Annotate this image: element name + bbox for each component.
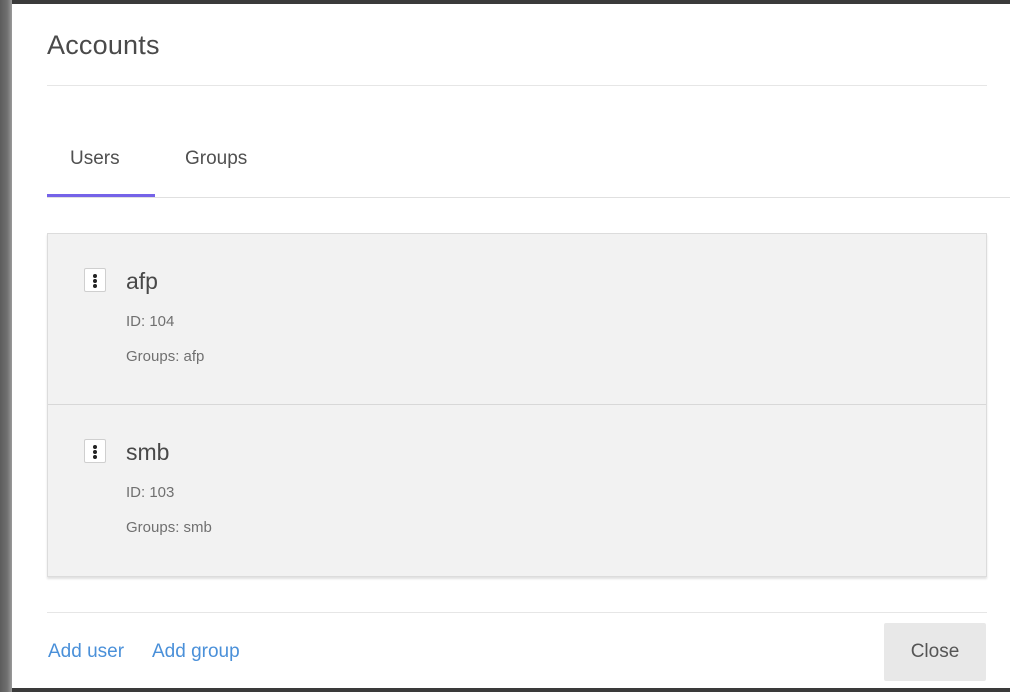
dot — [93, 450, 97, 454]
tab-users-label: Users — [70, 148, 120, 169]
window-border-bottom — [12, 688, 1010, 692]
tab-groups-label: Groups — [185, 148, 248, 169]
add-group-link[interactable]: Add group — [152, 641, 240, 663]
footer-divider — [47, 612, 987, 613]
dot — [93, 274, 97, 278]
user-name: smb — [126, 439, 170, 465]
accounts-dialog: Accounts Users Groups afp ID: 104 Groups… — [12, 4, 1010, 688]
tab-groups[interactable]: Groups — [167, 134, 277, 196]
add-user-link[interactable]: Add user — [48, 641, 124, 663]
list-item: smb ID: 103 Groups: smb — [48, 405, 986, 575]
tab-users[interactable]: Users — [47, 134, 155, 197]
close-button-label: Close — [910, 641, 960, 662]
dot — [93, 455, 97, 459]
tab-bar: Users Groups — [47, 134, 1010, 198]
close-button[interactable]: Close — [884, 623, 986, 681]
list-item: afp ID: 104 Groups: afp — [48, 234, 986, 405]
dialog-title: Accounts — [47, 30, 160, 60]
more-options-icon[interactable] — [84, 439, 106, 463]
title-divider — [47, 85, 987, 86]
user-id: ID: 103 — [126, 484, 175, 501]
user-id: ID: 104 — [126, 313, 175, 330]
dot — [93, 279, 97, 283]
dot — [93, 445, 97, 449]
user-groups: Groups: afp — [126, 348, 205, 365]
background-overlay — [0, 0, 12, 692]
user-groups: Groups: smb — [126, 519, 212, 536]
user-name: afp — [126, 268, 158, 294]
more-options-icon[interactable] — [84, 268, 106, 292]
user-list: afp ID: 104 Groups: afp smb ID: 103 Grou… — [47, 233, 987, 577]
dot — [93, 284, 97, 288]
screen: Accounts Users Groups afp ID: 104 Groups… — [0, 0, 1010, 692]
tabs-divider — [47, 197, 1010, 198]
